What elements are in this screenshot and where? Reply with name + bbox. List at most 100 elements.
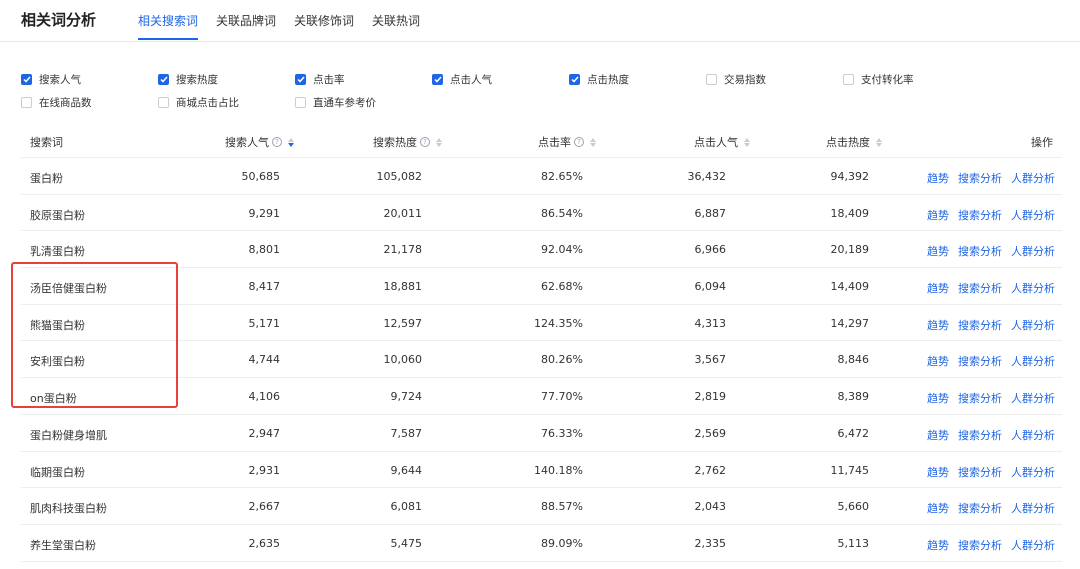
column-header-click-heat[interactable]: 点击热度 bbox=[826, 134, 882, 150]
cell-click-heat: 11,745 bbox=[830, 463, 870, 477]
search-analysis-link[interactable]: 搜索分析 bbox=[958, 243, 1002, 259]
cell-ctr: 89.09% bbox=[541, 536, 583, 550]
cell-search-popularity: 2,635 bbox=[248, 536, 281, 550]
filter-checkbox-label: 在线商品数 bbox=[39, 97, 92, 109]
audience-analysis-link[interactable]: 人群分析 bbox=[1011, 464, 1055, 480]
audience-analysis-link[interactable]: 人群分析 bbox=[1011, 317, 1055, 333]
trend-link[interactable]: 趋势 bbox=[927, 390, 949, 406]
tab-related-modifier-words[interactable]: 关联修饰词 bbox=[294, 0, 354, 42]
cell-search-popularity: 2,931 bbox=[248, 463, 281, 477]
table-row: 安利蛋白粉 4,744 10,060 80.26% 3,567 8,846 趋势 搜索分析 人群… bbox=[21, 341, 1062, 379]
cell-search-heat: 7,587 bbox=[390, 426, 423, 440]
trend-link[interactable]: 趋势 bbox=[927, 170, 949, 186]
cell-keyword: 汤臣倍健蛋白粉 bbox=[30, 282, 107, 296]
column-header-search-popularity[interactable]: 搜索人气 ? bbox=[225, 134, 294, 150]
cell-click-popularity: 2,335 bbox=[694, 536, 727, 550]
sort-icon[interactable] bbox=[590, 137, 596, 147]
audience-analysis-link[interactable]: 人群分析 bbox=[1011, 170, 1055, 186]
filter-checkbox[interactable]: 支付转化率 bbox=[843, 72, 914, 87]
cell-keyword: 胶原蛋白粉 bbox=[30, 208, 85, 222]
search-analysis-link[interactable]: 搜索分析 bbox=[958, 207, 1002, 223]
row-actions: 趋势 搜索分析 人群分析 bbox=[927, 317, 1055, 333]
checkbox-checked-icon bbox=[569, 74, 580, 85]
column-header-click-popularity[interactable]: 点击人气 bbox=[694, 134, 750, 150]
cell-search-heat: 10,060 bbox=[383, 353, 423, 367]
trend-link[interactable]: 趋势 bbox=[927, 207, 949, 223]
cell-keyword: 安利蛋白粉 bbox=[30, 355, 85, 369]
row-actions: 趋势 搜索分析 人群分析 bbox=[927, 170, 1055, 186]
trend-link[interactable]: 趋势 bbox=[927, 464, 949, 480]
search-analysis-link[interactable]: 搜索分析 bbox=[958, 317, 1002, 333]
cell-keyword: 肌肉科技蛋白粉 bbox=[30, 502, 107, 516]
cell-search-popularity: 2,667 bbox=[248, 500, 281, 514]
search-analysis-link[interactable]: 搜索分析 bbox=[958, 280, 1002, 296]
cell-click-heat: 8,389 bbox=[837, 390, 870, 404]
audience-analysis-link[interactable]: 人群分析 bbox=[1011, 390, 1055, 406]
audience-analysis-link[interactable]: 人群分析 bbox=[1011, 427, 1055, 443]
audience-analysis-link[interactable]: 人群分析 bbox=[1011, 243, 1055, 259]
checkbox-checked-icon bbox=[21, 74, 32, 85]
filter-checkbox[interactable]: 商城点击占比 bbox=[158, 95, 239, 110]
audience-analysis-link[interactable]: 人群分析 bbox=[1011, 500, 1055, 516]
search-analysis-link[interactable]: 搜索分析 bbox=[958, 500, 1002, 516]
cell-search-popularity: 8,417 bbox=[248, 280, 281, 294]
search-analysis-link[interactable]: 搜索分析 bbox=[958, 427, 1002, 443]
audience-analysis-link[interactable]: 人群分析 bbox=[1011, 537, 1055, 553]
checkbox-unchecked-icon bbox=[706, 74, 717, 85]
search-analysis-link[interactable]: 搜索分析 bbox=[958, 353, 1002, 369]
cell-ctr: 80.26% bbox=[541, 353, 583, 367]
search-analysis-link[interactable]: 搜索分析 bbox=[958, 390, 1002, 406]
filter-checkbox[interactable]: 搜索人气 bbox=[21, 72, 81, 87]
cell-click-heat: 14,297 bbox=[830, 316, 870, 330]
search-analysis-link[interactable]: 搜索分析 bbox=[958, 170, 1002, 186]
help-icon[interactable]: ? bbox=[420, 137, 430, 147]
column-header-search-heat[interactable]: 搜索热度 ? bbox=[373, 134, 442, 150]
column-header-ctr[interactable]: 点击率 ? bbox=[538, 134, 596, 150]
help-icon[interactable]: ? bbox=[574, 137, 584, 147]
trend-link[interactable]: 趋势 bbox=[927, 427, 949, 443]
trend-link[interactable]: 趋势 bbox=[927, 500, 949, 516]
sort-icon[interactable] bbox=[436, 137, 442, 147]
audience-analysis-link[interactable]: 人群分析 bbox=[1011, 207, 1055, 223]
trend-link[interactable]: 趋势 bbox=[927, 537, 949, 553]
search-analysis-link[interactable]: 搜索分析 bbox=[958, 464, 1002, 480]
table-header: 搜索词 搜索人气 ? 搜索热度 ? 点击率 ? 点击人气 点击热度 操作 bbox=[21, 122, 1062, 158]
filter-checkbox[interactable]: 点击人气 bbox=[432, 72, 492, 87]
filter-checkbox-label: 点击率 bbox=[313, 74, 345, 86]
filter-checkbox[interactable]: 在线商品数 bbox=[21, 95, 92, 110]
filter-checkbox-label: 点击人气 bbox=[450, 74, 492, 86]
audience-analysis-link[interactable]: 人群分析 bbox=[1011, 280, 1055, 296]
filter-checkbox[interactable]: 搜索热度 bbox=[158, 72, 218, 87]
table-row: 熊猫蛋白粉 5,171 12,597 124.35% 4,313 14,297 趋势 搜索分析… bbox=[21, 305, 1062, 342]
trend-link[interactable]: 趋势 bbox=[927, 317, 949, 333]
cell-click-heat: 5,660 bbox=[837, 500, 870, 514]
help-icon[interactable]: ? bbox=[272, 137, 282, 147]
filter-checkbox[interactable]: 点击率 bbox=[295, 72, 345, 87]
cell-click-heat: 8,846 bbox=[837, 353, 870, 367]
checkbox-unchecked-icon bbox=[158, 97, 169, 108]
filter-checkbox-label: 商城点击占比 bbox=[176, 97, 239, 109]
tab-related-hot-words[interactable]: 关联热词 bbox=[372, 0, 420, 42]
sort-icon[interactable] bbox=[876, 137, 882, 147]
filter-checkbox[interactable]: 直通车参考价 bbox=[295, 95, 376, 110]
filter-checkbox[interactable]: 交易指数 bbox=[706, 72, 766, 87]
row-actions: 趋势 搜索分析 人群分析 bbox=[927, 537, 1055, 553]
trend-link[interactable]: 趋势 bbox=[927, 280, 949, 296]
trend-link[interactable]: 趋势 bbox=[927, 353, 949, 369]
cell-keyword: on蛋白粉 bbox=[30, 392, 77, 406]
cell-click-popularity: 6,094 bbox=[694, 280, 727, 294]
checkbox-unchecked-icon bbox=[21, 97, 32, 108]
search-analysis-link[interactable]: 搜索分析 bbox=[958, 537, 1002, 553]
audience-analysis-link[interactable]: 人群分析 bbox=[1011, 353, 1055, 369]
tab-related-brand-words[interactable]: 关联品牌词 bbox=[216, 0, 276, 42]
cell-search-popularity: 4,106 bbox=[248, 390, 281, 404]
cell-ctr: 77.70% bbox=[541, 390, 583, 404]
trend-link[interactable]: 趋势 bbox=[927, 243, 949, 259]
cell-click-heat: 94,392 bbox=[830, 170, 870, 183]
sort-icon[interactable] bbox=[288, 137, 294, 147]
sort-icon[interactable] bbox=[744, 137, 750, 147]
table-row: 蛋白粉 50,685 105,082 82.65% 36,432 94,392 趋势 搜索分析… bbox=[21, 158, 1062, 195]
tab-related-search-words[interactable]: 相关搜索词 bbox=[138, 0, 199, 42]
filter-checkbox[interactable]: 点击热度 bbox=[569, 72, 629, 87]
cell-click-popularity: 6,966 bbox=[694, 243, 727, 257]
